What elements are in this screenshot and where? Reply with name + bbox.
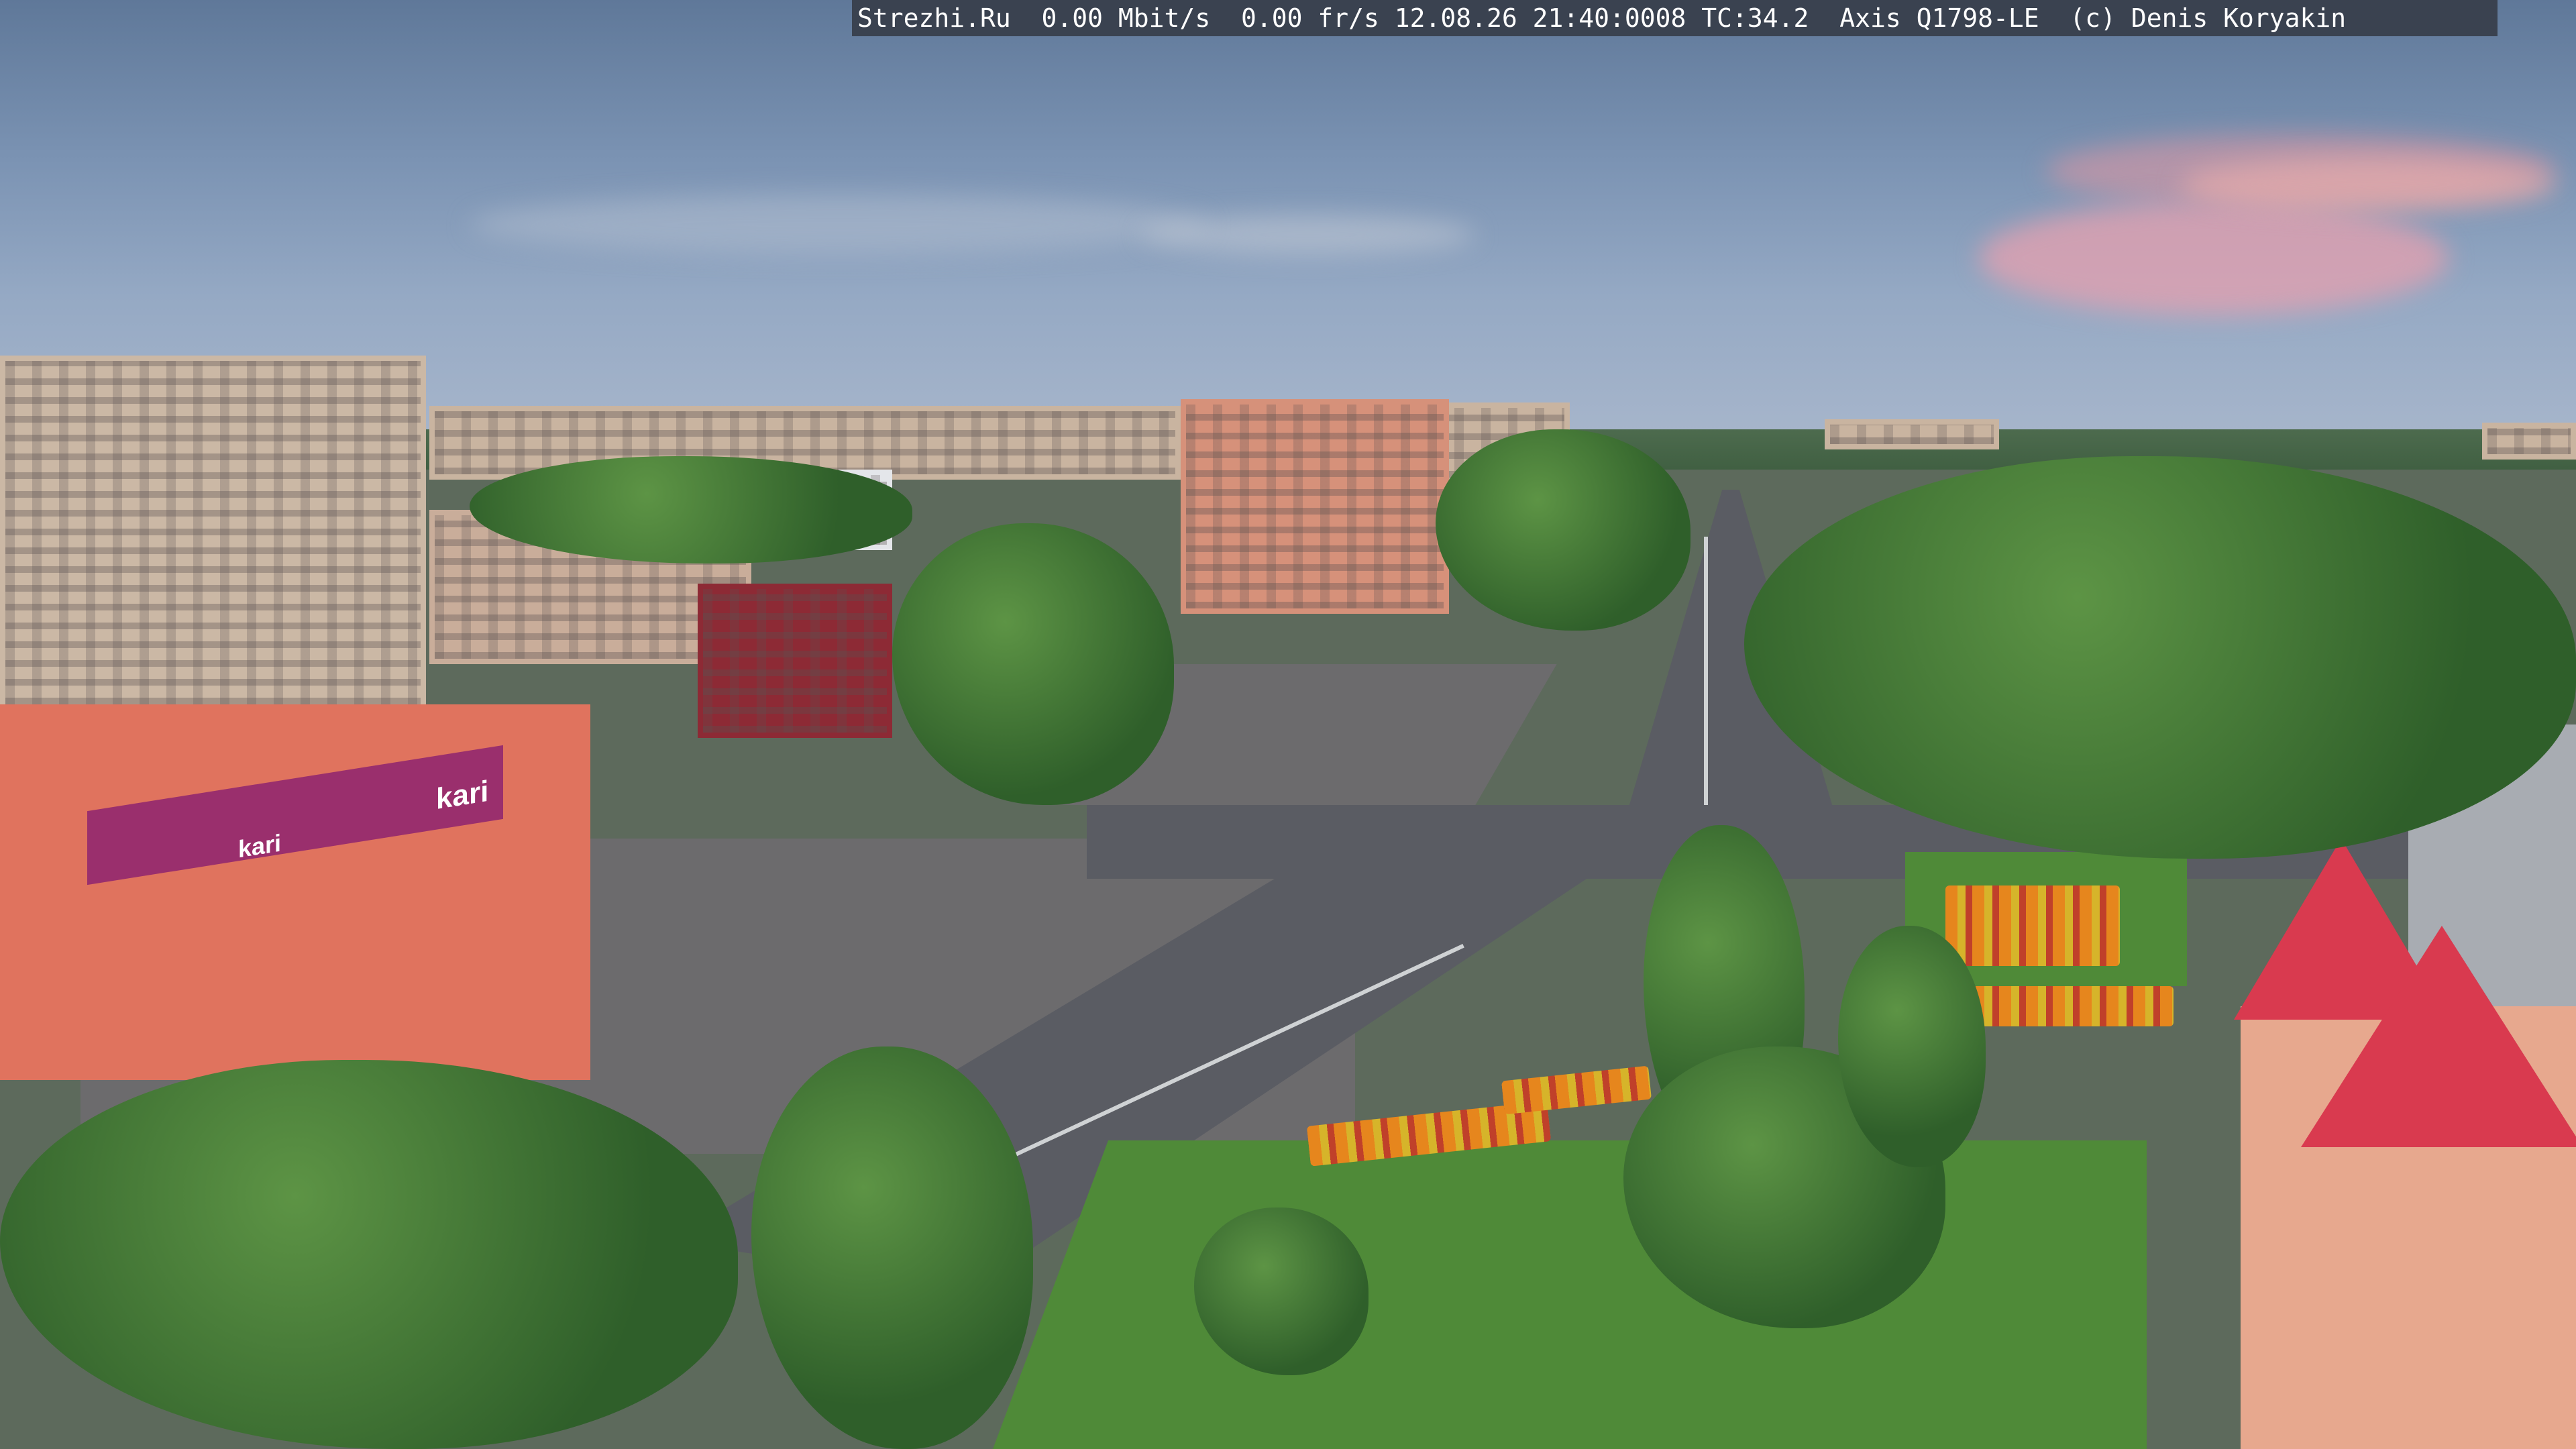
flower-bed bbox=[1972, 986, 2174, 1026]
apartment-block bbox=[2482, 423, 2576, 460]
pink-cloud bbox=[1979, 201, 2449, 315]
pink-cloud bbox=[2180, 158, 2556, 211]
apartment-block bbox=[1825, 419, 1999, 449]
cloud bbox=[1140, 215, 1476, 255]
webcam-scene: kari kari bbox=[0, 0, 2576, 1449]
maroon-house bbox=[698, 584, 892, 738]
camera-overlay-caption: Strezhi.Ru 0.00 Mbit/s 0.00 fr/s 12.08.2… bbox=[852, 0, 2498, 36]
tall-apartment-block bbox=[1181, 399, 1449, 614]
cloud bbox=[470, 195, 1208, 255]
red-roof bbox=[2301, 926, 2576, 1147]
flower-bed bbox=[1945, 885, 2120, 966]
lane-marking bbox=[1704, 537, 1708, 805]
lawn bbox=[993, 1140, 2147, 1449]
